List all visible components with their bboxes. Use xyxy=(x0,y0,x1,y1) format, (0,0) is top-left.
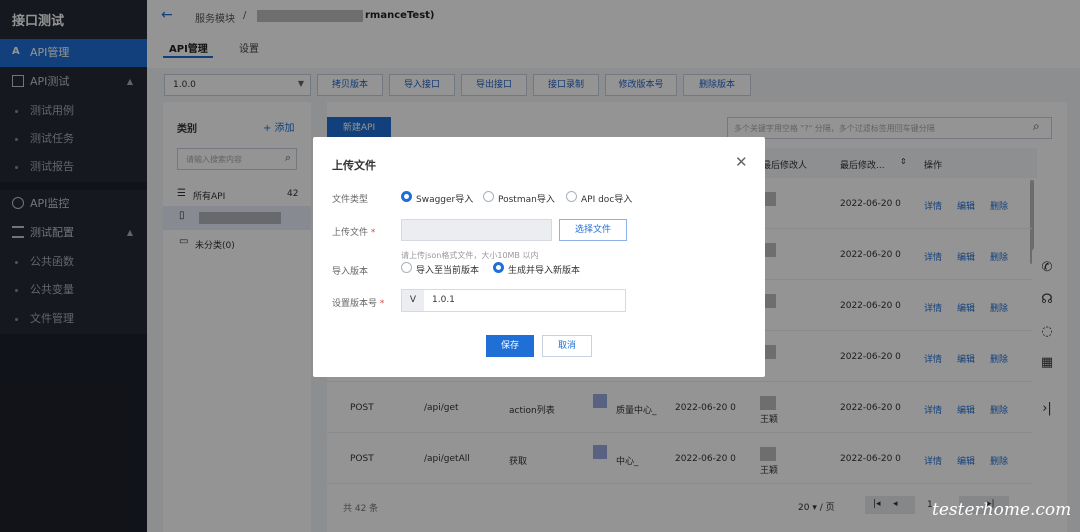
radio-swagger-label[interactable]: Swagger导入 xyxy=(416,192,473,205)
radio-swagger[interactable] xyxy=(401,191,412,202)
file-type-label: 文件类型 xyxy=(332,195,369,205)
cancel-button[interactable]: 取消 xyxy=(542,335,592,357)
version-number-input[interactable]: V 1.0.1 xyxy=(401,289,626,312)
upload-file-dialog: 上传文件 ✕ 文件类型 Swagger导入 Postman导入 API doc导… xyxy=(313,137,765,377)
version-prefix: V xyxy=(402,290,424,311)
file-hint: 请上传json格式文件，大小10MB 以内 xyxy=(401,251,539,260)
import-version-label: 导入版本 xyxy=(332,267,369,277)
radio-current-version[interactable] xyxy=(401,262,412,273)
radio-postman[interactable] xyxy=(483,191,494,202)
choose-file-button[interactable]: 选择文件 xyxy=(559,219,627,241)
version-number-value: 1.0.1 xyxy=(432,295,455,305)
upload-file-label: 上传文件 * xyxy=(332,228,376,238)
modal-backdrop-left xyxy=(0,0,147,532)
close-icon[interactable]: ✕ xyxy=(735,153,748,171)
radio-new-version[interactable] xyxy=(493,262,504,273)
version-number-label: 设置版本号 * xyxy=(332,299,385,309)
radio-apidoc[interactable] xyxy=(566,191,577,202)
watermark: testerhome.com xyxy=(932,500,1072,520)
save-button[interactable]: 保存 xyxy=(486,335,534,357)
radio-current-version-label[interactable]: 导入至当前版本 xyxy=(416,263,479,276)
radio-new-version-label[interactable]: 生成并导入新版本 xyxy=(508,263,580,276)
radio-apidoc-label[interactable]: API doc导入 xyxy=(581,192,632,205)
radio-postman-label[interactable]: Postman导入 xyxy=(498,192,555,205)
dialog-title: 上传文件 xyxy=(332,159,376,172)
file-path-input[interactable] xyxy=(401,219,552,241)
